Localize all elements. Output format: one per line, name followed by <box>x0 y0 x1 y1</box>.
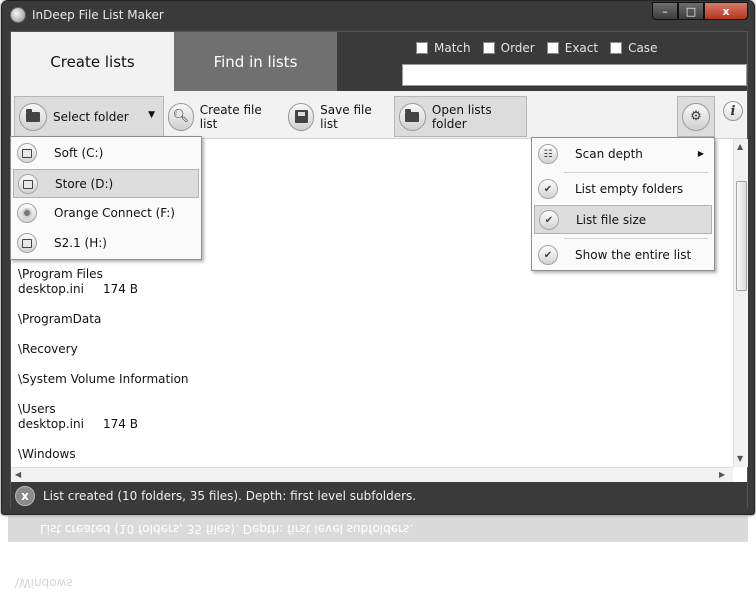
tab-find-in-lists[interactable]: Find in lists <box>174 32 337 91</box>
scroll-thumb[interactable] <box>736 181 747 291</box>
window-title: InDeep File List Maker <box>32 8 164 22</box>
menu-item-label: Scan depth <box>575 147 643 161</box>
order-label: Order <box>500 41 535 55</box>
gear-icon: ⚙ <box>682 102 710 131</box>
list-line: \System Volume Information <box>18 372 189 386</box>
case-label: Case <box>628 41 658 55</box>
open-lists-folder-label: Open lists folder <box>431 102 492 131</box>
menu-item-label: List empty folders <box>575 182 684 196</box>
save-icon <box>288 102 315 131</box>
close-button[interactable]: x <box>704 2 748 20</box>
reflection-status-bar: List created (10 folders, 35 files). Dep… <box>8 516 748 542</box>
status-bar: x List created (10 folders, 35 files). D… <box>11 482 747 509</box>
list-line: \Program Files <box>18 267 103 281</box>
toolbar: Select folder ▼ 🔍︎ Create file list Save… <box>11 91 747 139</box>
status-text: List created (10 folders, 35 files). Dep… <box>43 488 417 503</box>
search-input[interactable] <box>402 64 747 86</box>
order-checkbox[interactable] <box>482 42 495 54</box>
list-line: \ProgramData <box>18 312 102 326</box>
close-circle-icon[interactable]: x <box>15 485 35 506</box>
case-option[interactable]: Case <box>610 41 657 55</box>
exact-option[interactable]: Exact <box>546 41 599 55</box>
folder-icon <box>19 102 47 131</box>
check-icon: ✔ <box>538 179 558 199</box>
create-file-list-button[interactable]: 🔍︎ Create file list <box>168 96 276 137</box>
match-option[interactable]: Match <box>416 41 471 55</box>
horizontal-scrollbar[interactable]: ◀ ▶ <box>11 467 733 482</box>
exact-checkbox[interactable] <box>546 42 559 54</box>
menu-item-drive-h[interactable]: S2.1 (H:) <box>13 229 199 258</box>
select-folder-button[interactable]: Select folder ▼ <box>14 96 164 137</box>
match-checkbox[interactable] <box>416 42 428 54</box>
order-option[interactable]: Order <box>482 41 535 55</box>
match-label: Match <box>434 41 471 55</box>
menu-item-show-entire-list[interactable]: ✔ Show the entire list <box>534 241 712 270</box>
search-icon: 🔍︎ <box>168 102 194 131</box>
save-file-list-label: Save file list <box>320 102 372 131</box>
scroll-right-icon[interactable]: ▶ <box>719 470 725 479</box>
list-line: \Users <box>18 402 56 416</box>
open-lists-folder-button[interactable]: Open lists folder <box>394 96 527 137</box>
save-file-list-button[interactable]: Save file list <box>288 96 388 137</box>
dropdown-arrow-icon: ▼ <box>148 110 155 120</box>
check-icon: ✔ <box>539 210 559 230</box>
window-controls: – □ x <box>652 2 748 20</box>
scroll-down-icon[interactable]: ▼ <box>737 454 743 463</box>
drive-icon <box>18 174 38 194</box>
reflection-status-text: List created (10 folders, 35 files). Dep… <box>40 522 414 536</box>
case-checkbox[interactable] <box>610 42 623 54</box>
drive-icon <box>17 233 37 253</box>
menu-item-label: Show the entire list <box>575 248 692 262</box>
title-bar[interactable]: InDeep File List Maker – □ x <box>2 1 754 31</box>
check-icon: ✔ <box>538 245 558 265</box>
menu-item-label: List file size <box>576 213 647 227</box>
reflection-line: \Windows <box>15 576 73 590</box>
vertical-scrollbar[interactable]: ▲ ▼ <box>733 139 748 467</box>
window-reflection: List created (10 folders, 35 files). Dep… <box>8 516 748 615</box>
list-line: \Recovery <box>18 342 78 356</box>
menu-separator <box>564 238 708 239</box>
menu-item-drive-c[interactable]: Soft (C:) <box>13 139 199 168</box>
minimize-button[interactable]: – <box>652 2 678 20</box>
list-line: desktop.ini 174 B <box>18 282 138 296</box>
maximize-button[interactable]: □ <box>678 2 704 20</box>
list-line: \Windows <box>18 447 76 461</box>
menu-item-scan-depth[interactable]: ☷ Scan depth ▶ <box>534 140 712 169</box>
menu-item-list-empty-folders[interactable]: ✔ List empty folders <box>534 175 712 204</box>
submenu-arrow-icon: ▶ <box>697 149 704 158</box>
tree-icon: ☷ <box>538 144 558 164</box>
menu-item-label: S2.1 (H:) <box>54 236 107 250</box>
tab-create-lists[interactable]: Create lists <box>11 32 174 91</box>
scroll-up-icon[interactable]: ▲ <box>737 142 743 151</box>
menu-item-drive-f[interactable]: Orange Connect (F:) <box>13 199 199 228</box>
drive-menu: Soft (C:) Store (D:) Orange Connect (F:)… <box>10 136 202 260</box>
tab-strip: Create lists Find in lists Match Order E… <box>11 32 747 91</box>
menu-item-label: Store (D:) <box>55 177 114 191</box>
search-options: Match Order Exact Case <box>416 41 657 55</box>
info-icon[interactable]: i <box>723 101 743 121</box>
app-logo-icon <box>10 7 26 23</box>
select-folder-label: Select folder <box>53 109 129 124</box>
menu-item-label: Orange Connect (F:) <box>54 206 175 220</box>
menu-item-label: Soft (C:) <box>54 146 104 160</box>
list-line: desktop.ini 174 B <box>18 417 138 431</box>
create-file-list-label: Create file list <box>199 102 262 131</box>
menu-item-drive-d[interactable]: Store (D:) <box>13 169 199 198</box>
menu-item-list-file-size[interactable]: ✔ List file size <box>534 205 712 234</box>
drive-icon <box>17 143 37 163</box>
disc-icon <box>17 203 37 223</box>
settings-menu: ☷ Scan depth ▶ ✔ List empty folders ✔ Li… <box>531 137 715 271</box>
scroll-left-icon[interactable]: ◀ <box>15 470 21 479</box>
settings-button[interactable]: ⚙ <box>677 96 715 137</box>
menu-separator <box>564 172 708 173</box>
exact-label: Exact <box>564 41 599 55</box>
folder-icon <box>399 102 426 131</box>
